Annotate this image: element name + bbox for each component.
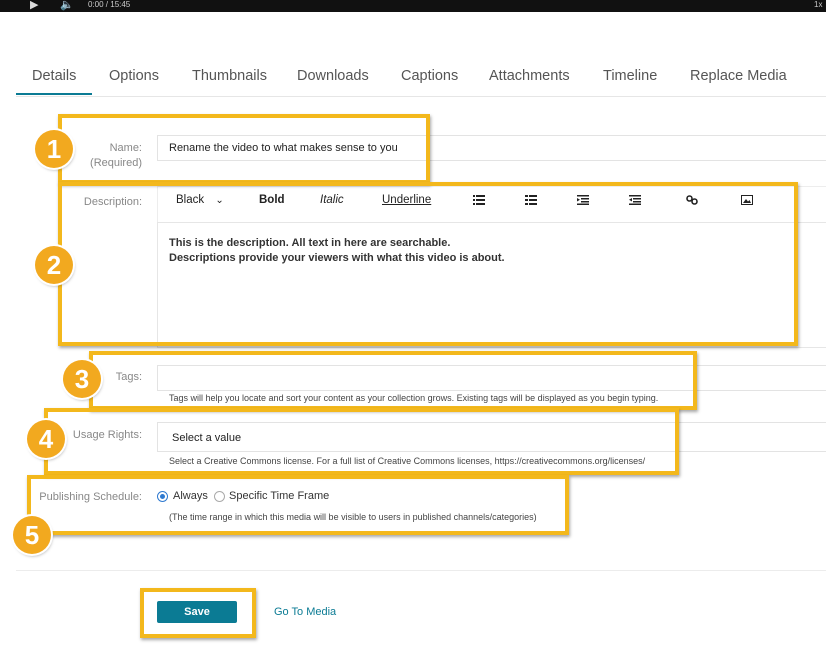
highlight-box-save <box>140 588 256 638</box>
playback-speed[interactable]: 1x <box>814 0 822 10</box>
step-badge-2: 2 <box>35 246 73 284</box>
tab-options[interactable]: Options <box>109 68 159 84</box>
player-time: 0:00 / 15:45 <box>88 0 131 9</box>
step-badge-4: 4 <box>27 420 65 458</box>
form-divider <box>16 570 826 571</box>
step-badge-5: 5 <box>13 516 51 554</box>
video-player-controls: ▶ 🔈 0:00 / 15:45 1x <box>0 0 826 12</box>
step-badge-1: 1 <box>35 130 73 168</box>
highlight-box-publishing-schedule <box>27 475 569 535</box>
tab-downloads[interactable]: Downloads <box>297 68 369 84</box>
active-tab-indicator <box>16 93 92 95</box>
tab-timeline[interactable]: Timeline <box>603 68 657 84</box>
tab-thumbnails[interactable]: Thumbnails <box>192 68 267 84</box>
tab-replace-media[interactable]: Replace Media <box>690 68 787 84</box>
tab-captions[interactable]: Captions <box>401 68 458 84</box>
tab-attachments[interactable]: Attachments <box>489 68 570 84</box>
highlight-box-description <box>58 182 798 346</box>
volume-icon[interactable]: 🔈 <box>60 0 74 12</box>
highlight-box-tags <box>89 351 697 410</box>
highlight-box-name <box>58 114 430 184</box>
tab-bar: Details Options Thumbnails Downloads Cap… <box>16 60 826 97</box>
step-badge-3: 3 <box>63 360 101 398</box>
play-icon[interactable]: ▶ <box>30 0 38 12</box>
tab-details[interactable]: Details <box>32 68 76 84</box>
go-to-media-link[interactable]: Go To Media <box>274 606 336 618</box>
highlight-box-usage-rights <box>44 408 679 475</box>
